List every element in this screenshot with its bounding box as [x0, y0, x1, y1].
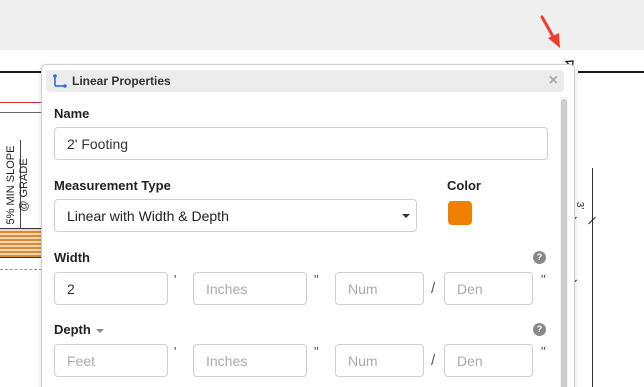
fraction-slash: / [431, 280, 436, 297]
depth-feet-input[interactable] [54, 344, 168, 377]
drawing-line [0, 258, 42, 270]
feet-mark: ' [174, 344, 177, 359]
inch-mark: " [314, 344, 319, 359]
dimension-label: 3' [574, 201, 586, 210]
dialog-titlebar[interactable]: Linear Properties × [46, 70, 564, 92]
inch-mark: " [541, 344, 546, 359]
color-swatch[interactable] [448, 201, 472, 225]
color-label: Color [447, 178, 481, 193]
depth-help-icon[interactable]: ? [533, 323, 546, 336]
fraction-slash: / [431, 352, 436, 369]
width-num-input[interactable] [335, 272, 424, 305]
measurement-type-label: Measurement Type [54, 178, 171, 193]
width-help-icon[interactable]: ? [533, 251, 546, 264]
dialog-scrollbar[interactable] [560, 97, 568, 387]
chevron-down-icon [402, 214, 410, 218]
width-feet-input[interactable] [54, 272, 168, 305]
depth-label[interactable]: Depth [54, 322, 104, 337]
width-den-input[interactable] [444, 272, 533, 305]
name-input[interactable] [54, 127, 548, 160]
inch-mark: " [541, 272, 546, 287]
slope-annotation: 5% MIN SLOPE @ GRADE [5, 145, 30, 225]
linear-properties-dialog: Linear Properties × Name Measurement Typ… [41, 64, 575, 387]
width-inches-input[interactable] [193, 272, 307, 305]
inch-mark: " [314, 272, 319, 287]
depth-den-input[interactable] [444, 344, 533, 377]
drawing-line [0, 112, 42, 113]
red-arrow-icon [540, 15, 560, 48]
chevron-down-icon [95, 328, 104, 333]
measurement-type-value: Linear with Width & Depth [67, 207, 229, 224]
scrollbar-thumb[interactable] [561, 99, 567, 387]
depth-inches-input[interactable] [193, 344, 307, 377]
width-label: Width [54, 250, 90, 265]
depth-label-text: Depth [54, 322, 91, 337]
footing-hatch [0, 228, 42, 258]
close-icon[interactable]: × [549, 72, 558, 90]
red-drawing-line [0, 102, 42, 103]
measurement-type-select[interactable]: Linear with Width & Depth [54, 199, 417, 232]
name-label: Name [54, 106, 90, 121]
dimension-line [592, 168, 593, 387]
linear-measure-icon [53, 74, 67, 88]
depth-num-input[interactable] [335, 344, 424, 377]
dialog-title: Linear Properties [72, 74, 171, 88]
feet-mark: ' [174, 272, 177, 287]
